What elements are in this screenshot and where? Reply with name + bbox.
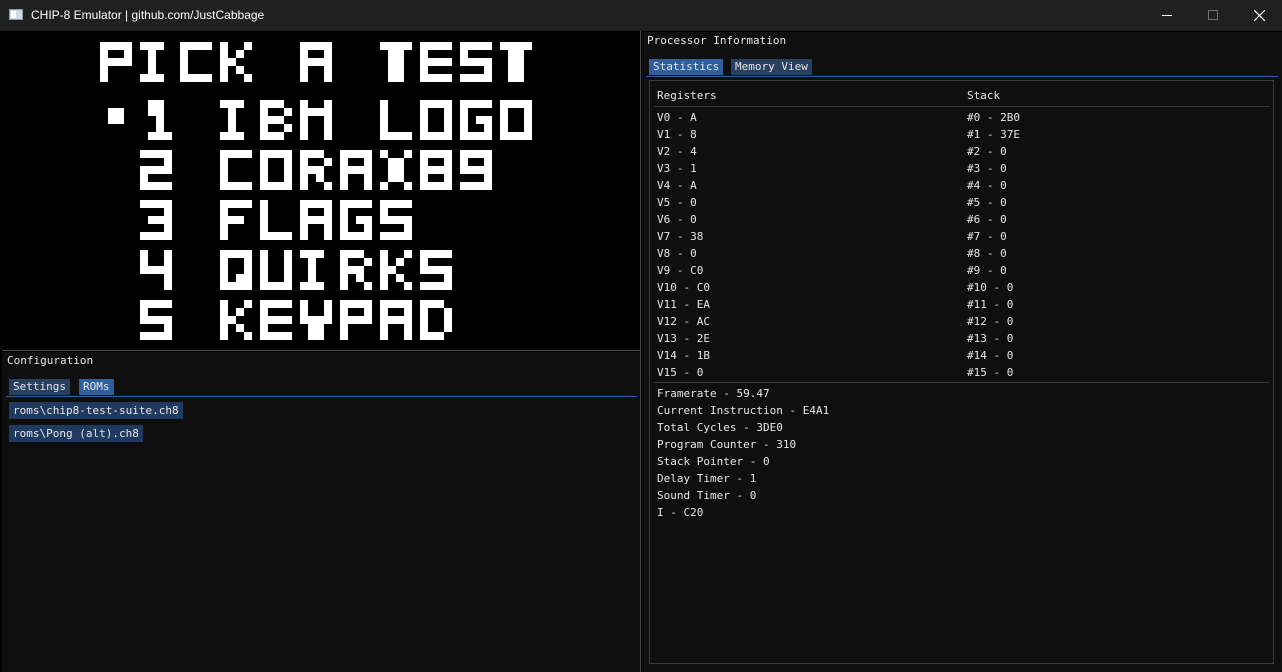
chip8-screen <box>100 42 532 340</box>
register-value: V14 - 1B <box>657 349 710 362</box>
register-value: V13 - 2E <box>657 332 710 345</box>
stat-line: Sound Timer - 0 <box>657 489 757 502</box>
stack-value: #7 - 0 <box>967 230 1007 243</box>
maximize-button[interactable] <box>1190 0 1236 31</box>
stack-value: #14 - 0 <box>967 349 1014 362</box>
stack-value: #13 - 0 <box>967 332 1014 345</box>
stack-value: #10 - 0 <box>967 281 1014 294</box>
emulator-display <box>2 32 640 350</box>
display-line <box>140 150 492 190</box>
stack-value: #5 - 0 <box>967 196 1007 209</box>
stack-value: #12 - 0 <box>967 315 1014 328</box>
stat-line: Framerate - 59.47 <box>657 387 770 400</box>
register-value: V10 - C0 <box>657 281 710 294</box>
stat-line: Delay Timer - 1 <box>657 472 757 485</box>
registers-header: Registers <box>657 89 717 102</box>
register-value: V7 - 38 <box>657 230 704 243</box>
register-value: V15 - 0 <box>657 366 704 379</box>
configuration-title: Configuration <box>2 352 640 370</box>
display-line <box>140 200 412 240</box>
stack-header: Stack <box>967 89 1001 102</box>
display-line <box>108 100 532 140</box>
tab-roms[interactable]: ROMs <box>79 379 114 395</box>
statistics-child-window[interactable]: Registers Stack V0 - A #0 - 2B0 V1 - 8 #1 -… <box>649 80 1274 664</box>
close-button[interactable] <box>1236 0 1282 31</box>
register-value: V6 - 0 <box>657 213 697 226</box>
stack-value: #15 - 0 <box>967 366 1014 379</box>
stack-value: #9 - 0 <box>967 264 1007 277</box>
stat-line: Total Cycles - 3DE0 <box>657 421 783 434</box>
tab-statistics[interactable]: Statistics <box>649 59 724 75</box>
tab-settings[interactable]: Settings <box>9 379 70 395</box>
horizontal-divider <box>2 350 640 351</box>
minimize-button[interactable] <box>1144 0 1190 31</box>
stack-value: #6 - 0 <box>967 213 1007 226</box>
register-value: V4 - A <box>657 179 697 192</box>
register-value: V1 - 8 <box>657 128 697 141</box>
stack-value: #4 - 0 <box>967 179 1007 192</box>
close-icon <box>1254 10 1265 21</box>
stack-value: #3 - 0 <box>967 162 1007 175</box>
header-separator <box>654 106 1269 107</box>
processor-tab-underline <box>646 76 1278 77</box>
minimize-icon <box>1162 15 1172 16</box>
stack-value: #1 - 37E <box>967 128 1020 141</box>
rom-button-pong-alt[interactable]: roms\Pong (alt).ch8 <box>9 425 143 442</box>
processor-info-title: Processor Information <box>642 32 1282 50</box>
display-line <box>140 300 452 340</box>
stat-line: Program Counter - 310 <box>657 438 797 451</box>
rom-button-chip8-test-suite[interactable]: roms\chip8-test-suite.ch8 <box>9 402 183 419</box>
tab-memory-view[interactable]: Memory View <box>731 59 812 75</box>
register-value: V8 - 0 <box>657 247 697 260</box>
title-bar[interactable]: CHIP-8 Emulator | github.com/JustCabbage <box>0 0 1282 31</box>
pane-divider[interactable] <box>640 31 641 672</box>
register-value: V0 - A <box>657 111 697 124</box>
stat-line: I - C20 <box>657 506 704 519</box>
maximize-icon <box>1208 10 1218 20</box>
stack-value: #11 - 0 <box>967 298 1014 311</box>
register-value: V3 - 1 <box>657 162 697 175</box>
register-value: V11 - EA <box>657 298 710 311</box>
window-title: CHIP-8 Emulator | github.com/JustCabbage <box>31 8 265 22</box>
app-icon <box>9 9 23 20</box>
register-value: V9 - C0 <box>657 264 704 277</box>
stats-separator <box>654 382 1269 383</box>
register-value: V5 - 0 <box>657 196 697 209</box>
display-line <box>140 250 452 290</box>
stat-line: Stack Pointer - 0 <box>657 455 770 468</box>
stack-value: #2 - 0 <box>967 145 1007 158</box>
stack-value: #0 - 2B0 <box>967 111 1020 124</box>
config-tab-underline <box>6 396 637 397</box>
stack-value: #8 - 0 <box>967 247 1007 260</box>
register-value: V12 - AC <box>657 315 710 328</box>
display-line <box>100 42 532 82</box>
stat-line: Current Instruction - E4A1 <box>657 404 830 417</box>
register-value: V2 - 4 <box>657 145 697 158</box>
